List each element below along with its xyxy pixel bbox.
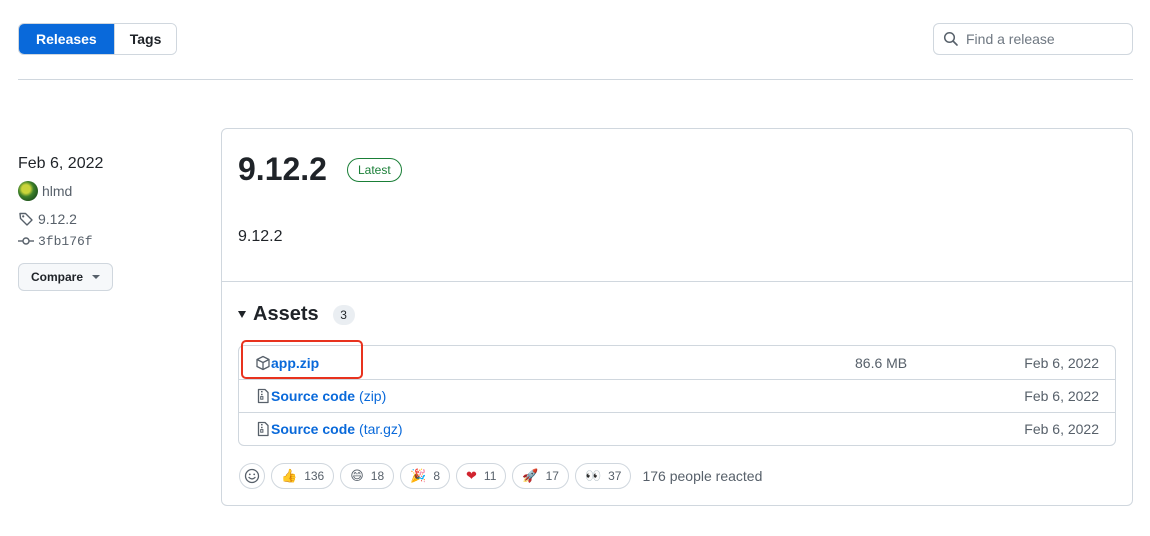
asset-date: Feb 6, 2022	[1024, 421, 1099, 437]
triangle-down-icon	[238, 311, 246, 318]
latest-badge: Latest	[346, 157, 402, 182]
release-body: 9.12.2	[238, 228, 283, 245]
highlight-box	[241, 340, 363, 379]
assets-toggle[interactable]: Assets 3	[238, 303, 355, 326]
thumbs-up-icon: 👍	[281, 468, 298, 484]
tab-tags[interactable]: Tags	[113, 24, 177, 54]
reaction-hooray[interactable]: 🎉 8	[400, 463, 451, 489]
asset-row: Source code (zip) Feb 6, 2022	[239, 379, 1115, 412]
reaction-count: 136	[304, 469, 325, 483]
asset-date: Feb 6, 2022	[1024, 354, 1099, 371]
smiley-icon	[244, 468, 260, 484]
asset-row: Source code (tar.gz) Feb 6, 2022	[239, 412, 1115, 445]
asset-link-suffix[interactable]: (tar.gz)	[359, 421, 403, 437]
release-title-row: 9.12.2 Latest	[238, 151, 402, 188]
asset-row: app.zip 86.6 MB Feb 6, 2022	[239, 346, 1115, 379]
reaction-eyes[interactable]: 👀 37	[574, 463, 632, 489]
reaction-heart[interactable]: ❤ 11	[456, 463, 507, 489]
reaction-laugh[interactable]: 😄 18	[340, 463, 395, 489]
asset-link-source-targz[interactable]: Source code	[271, 421, 355, 437]
reaction-count: 8	[433, 469, 441, 483]
assets-title: Assets	[253, 303, 319, 325]
commit-icon	[18, 233, 38, 249]
tag-row[interactable]: 9.12.2	[18, 209, 208, 229]
assets-count-badge: 3	[332, 304, 355, 325]
file-zip-icon	[255, 421, 271, 437]
reaction-thumbs-up[interactable]: 👍 136	[271, 463, 335, 489]
reactions-summary: 176 people reacted	[642, 468, 763, 484]
header-divider	[18, 79, 1133, 80]
release-tabs: Releases Tags	[18, 23, 178, 55]
author-row[interactable]: hlmd	[18, 181, 208, 201]
rocket-icon: 🚀	[522, 468, 539, 484]
commit-row[interactable]: 3fb176f	[18, 231, 208, 251]
search-icon	[943, 31, 958, 46]
release-date: Feb 6, 2022	[18, 155, 104, 172]
find-release-search[interactable]	[933, 23, 1133, 55]
commit-sha[interactable]: 3fb176f	[38, 234, 93, 249]
assets-list: app.zip 86.6 MB Feb 6, 2022 Source code …	[238, 345, 1116, 446]
reactions-bar: 👍 136 😄 18 🎉 8 ❤ 11 🚀 17 👀 37 176 people…	[239, 463, 762, 489]
heart-icon: ❤	[466, 468, 477, 484]
reaction-count: 37	[608, 469, 622, 483]
asset-link-source-zip[interactable]: Source code	[271, 388, 355, 404]
compare-label: Compare	[31, 270, 84, 284]
chevron-down-icon	[92, 275, 101, 279]
tag-name[interactable]: 9.12.2	[38, 211, 77, 227]
release-title[interactable]: 9.12.2	[238, 151, 327, 188]
avatar[interactable]	[18, 181, 38, 201]
reaction-rocket[interactable]: 🚀 17	[512, 463, 569, 489]
reaction-count: 11	[483, 469, 497, 483]
asset-date: Feb 6, 2022	[1024, 388, 1099, 404]
compare-button[interactable]: Compare	[18, 263, 114, 291]
laugh-icon: 😄	[350, 468, 364, 484]
release-meta: Feb 6, 2022 hlmd 9.12.2 3fb176f Compare	[18, 153, 208, 291]
asset-link-suffix[interactable]: (zip)	[359, 388, 386, 404]
tab-releases[interactable]: Releases	[19, 24, 114, 54]
search-input[interactable]	[966, 31, 1126, 47]
release-card: 9.12.2 Latest 9.12.2 Assets 3 app.zip 86…	[221, 128, 1133, 506]
reaction-count: 17	[545, 469, 559, 483]
party-popper-icon: 🎉	[410, 468, 427, 484]
asset-size: 86.6 MB	[855, 354, 908, 371]
eyes-icon: 👀	[584, 468, 602, 484]
card-divider	[222, 281, 1132, 282]
reaction-count: 18	[370, 469, 385, 483]
add-reaction-button[interactable]	[239, 463, 265, 489]
author-name[interactable]: hlmd	[42, 183, 72, 199]
tag-icon	[18, 211, 38, 227]
file-zip-icon	[255, 388, 271, 404]
